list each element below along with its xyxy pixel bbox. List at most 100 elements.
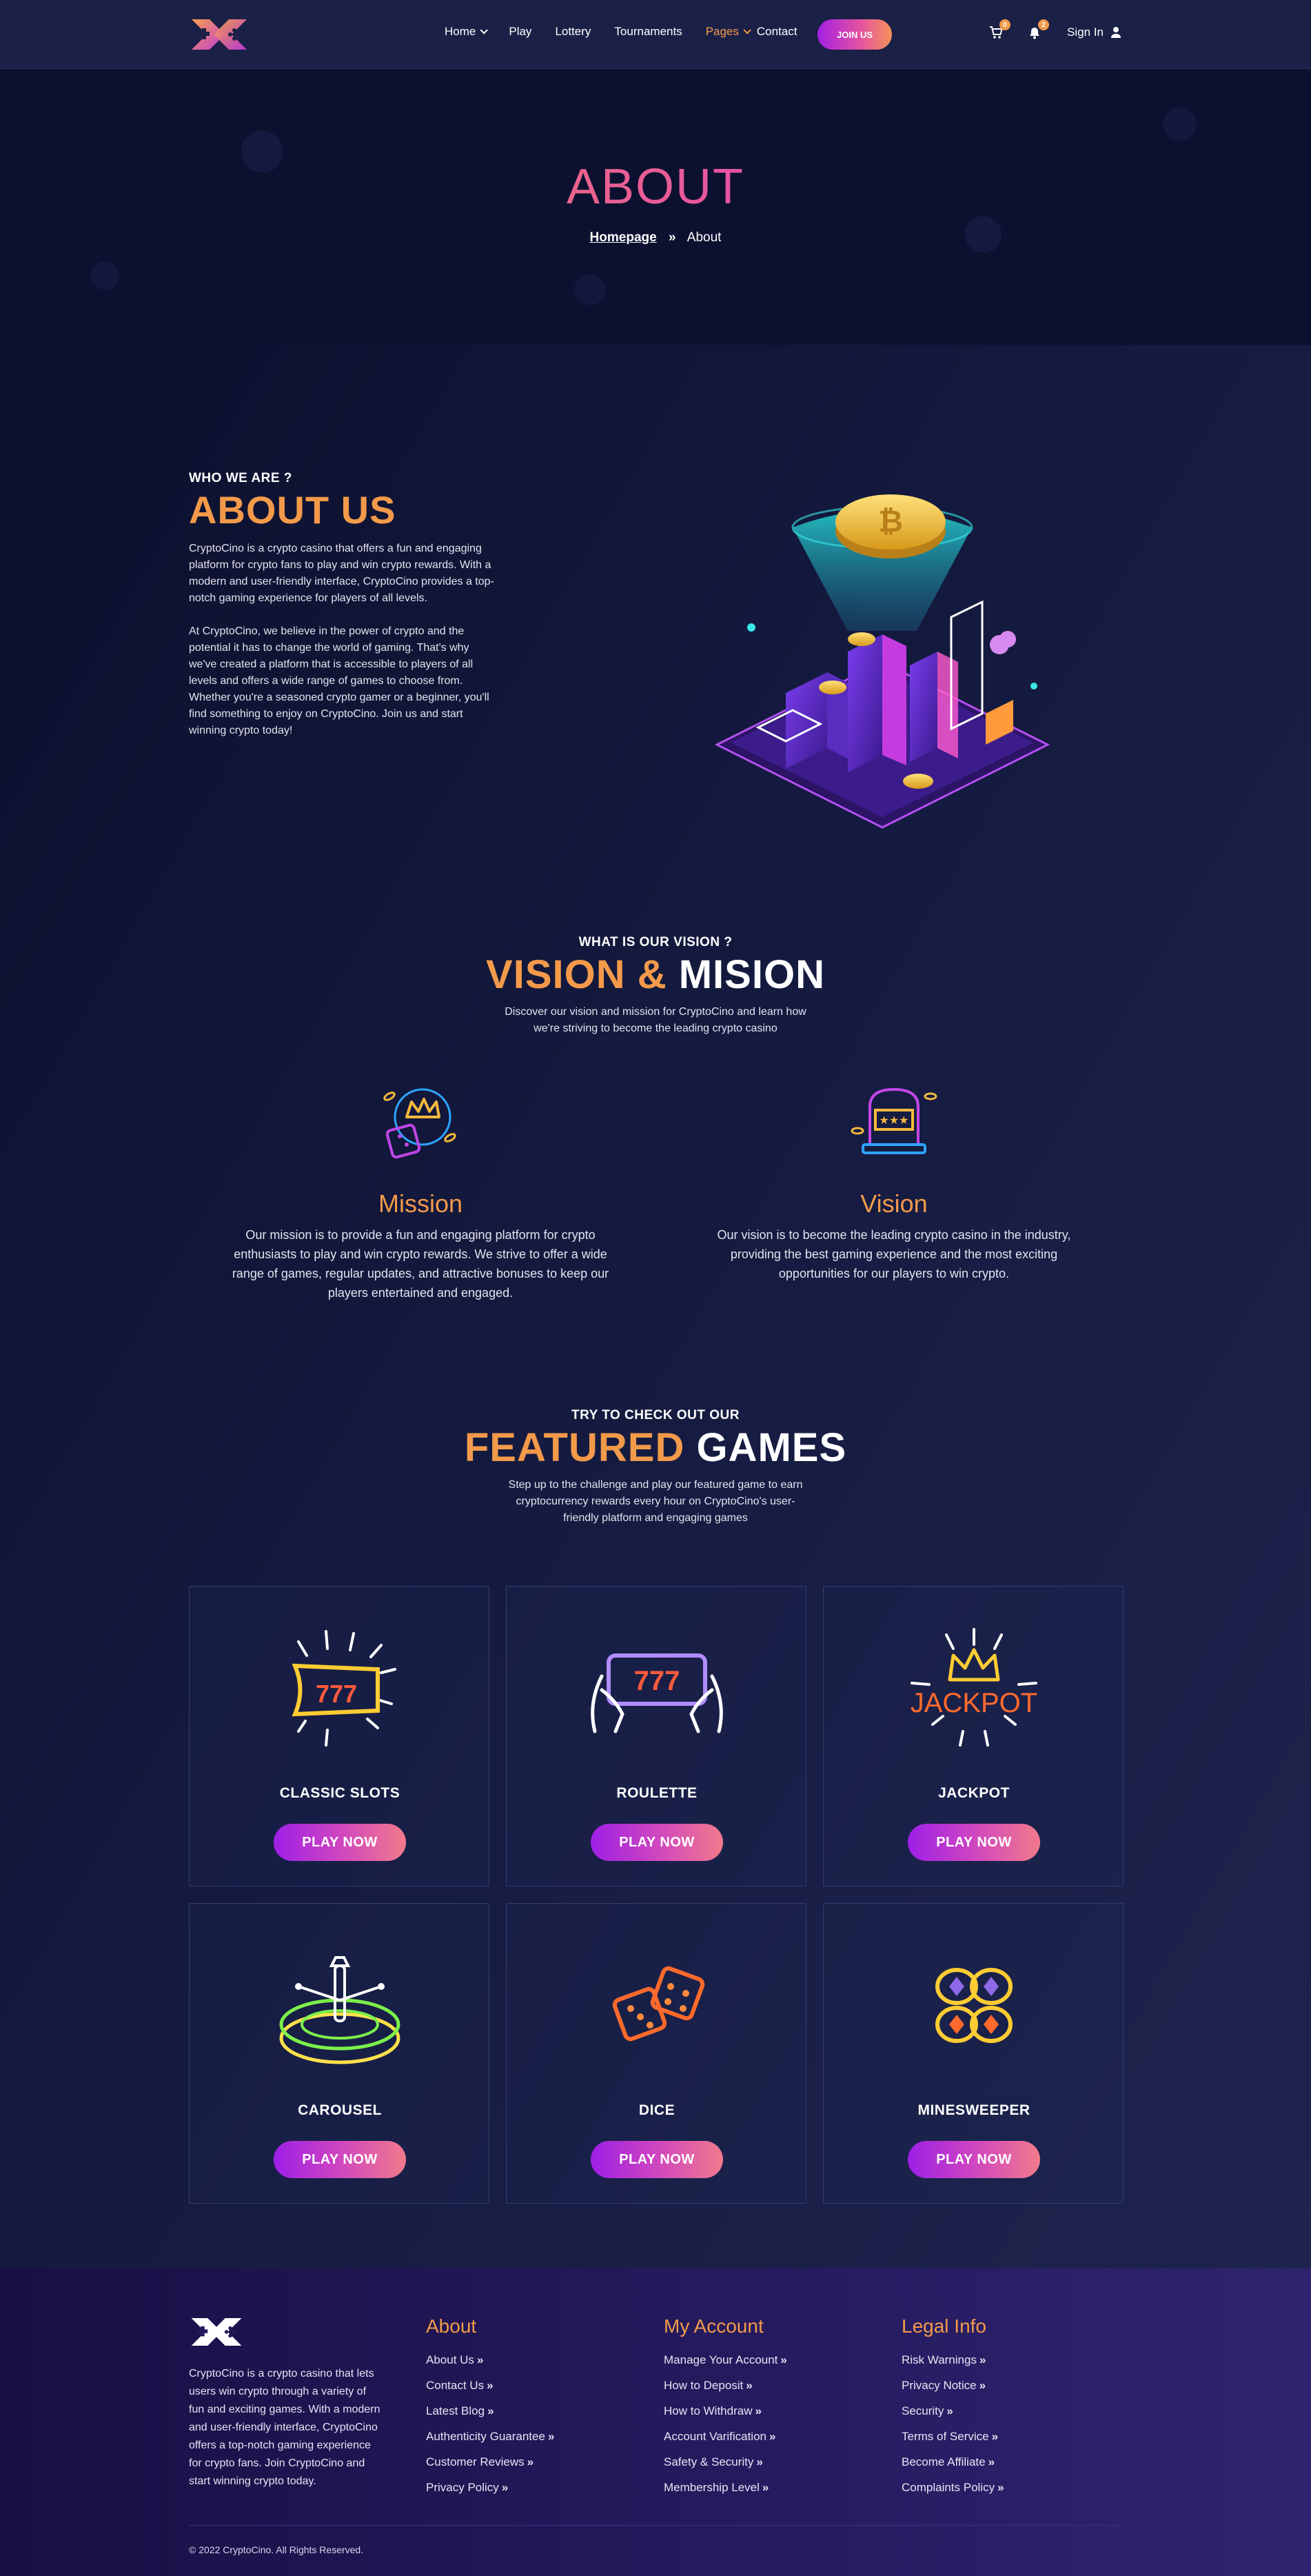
cart-button[interactable]: 0 [988, 19, 1010, 40]
footer-link[interactable]: Contact Us» [426, 2373, 554, 2398]
nav-tournaments[interactable]: Tournaments [614, 25, 682, 39]
svg-text:★★★: ★★★ [879, 1115, 908, 1127]
footer-link[interactable]: How to Deposit» [664, 2373, 787, 2398]
footer-link[interactable]: How to Withdraw» [664, 2398, 787, 2424]
vision-text: Our vision is to become the leading cryp… [717, 1228, 1071, 1280]
footer-link[interactable]: Become Affiliate» [902, 2449, 1004, 2475]
footer-column-title: My Account [664, 2315, 764, 2337]
footer-link[interactable]: Risk Warnings» [902, 2347, 1004, 2373]
play-now-button[interactable]: PLAY NOW [591, 1824, 723, 1861]
notifications-button[interactable]: 2 [1027, 19, 1049, 40]
copyright: © 2022 CryptoCino. All Rights Reserved. [189, 2544, 364, 2555]
game-name: JACKPOT [938, 1785, 1010, 1801]
footer-link[interactable]: Authenticity Guarantee» [426, 2424, 554, 2449]
footer-column-my-account: My Account Manage Your Account» How to D… [664, 2315, 787, 2500]
footer-link[interactable]: Privacy Policy» [426, 2475, 554, 2500]
footer-link[interactable]: Security» [902, 2398, 1004, 2424]
svg-text:₿: ₿ [878, 505, 903, 539]
game-name: CAROUSEL [298, 2102, 382, 2118]
footer-logo[interactable] [189, 2315, 244, 2348]
game-card-roulette[interactable]: 777 ROULETTE PLAY NOW [506, 1586, 806, 1886]
footer-link[interactable]: Membership Level» [664, 2475, 787, 2500]
double-chevron-icon: » [668, 230, 676, 245]
nav-pages[interactable]: Pages [706, 25, 751, 39]
jackpot-crown-icon: JACKPOT [911, 1628, 1037, 1747]
nav-lottery[interactable]: Lottery [555, 25, 591, 39]
footer-link[interactable]: Customer Reviews» [426, 2449, 554, 2475]
svg-text:777: 777 [634, 1666, 680, 1696]
play-now-button[interactable]: PLAY NOW [591, 2141, 723, 2178]
vision-card-title: Vision [860, 1189, 928, 1218]
play-now-button[interactable]: PLAY NOW [908, 1824, 1040, 1861]
nav-contact[interactable]: Contact [757, 25, 797, 39]
roulette-wheel-icon [279, 1956, 400, 2064]
footer-link[interactable]: About Us» [426, 2347, 554, 2373]
crypto-city-illustration: ₿ [714, 494, 1050, 829]
svg-text:JACKPOT: JACKPOT [911, 1688, 1037, 1718]
game-name: MINESWEEPER [917, 2102, 1030, 2118]
footer-link[interactable]: Account Varification» [664, 2424, 787, 2449]
site-footer: CryptoCino is a crypto casino that lets … [0, 2268, 1311, 2576]
vision-card: ★★★ Vision Our vision is to become the l… [698, 1069, 1090, 1283]
about-section: WHO WE ARE ? ABOUT US CryptoCino is a cr… [189, 471, 499, 739]
footer-link[interactable]: Terms of Service» [902, 2424, 1004, 2449]
vision-eyebrow: WHAT IS OUR VISION ? [578, 935, 733, 949]
mission-text: Our mission is to provide a fun and enga… [232, 1228, 609, 1300]
footer-link[interactable]: Privacy Notice» [902, 2373, 1004, 2398]
vision-section: WHAT IS OUR VISION ? VISION & MISION Dis… [0, 935, 1311, 1037]
play-now-button[interactable]: PLAY NOW [274, 2141, 406, 2178]
game-card-jackpot[interactable]: JACKPOT JACKPOT PLAY NOW [823, 1586, 1124, 1886]
user-icon [1110, 27, 1121, 38]
game-name: DICE [638, 2102, 675, 2118]
game-card-dice[interactable]: DICE PLAY NOW [506, 1903, 806, 2204]
game-card-carousel[interactable]: CAROUSEL PLAY NOW [189, 1903, 489, 2204]
cart-count-badge: 0 [999, 19, 1010, 30]
footer-column-title: About [426, 2315, 477, 2337]
phone-slots-icon: 777 [591, 1653, 723, 1733]
page-title: ABOUT [0, 159, 1311, 215]
game-name: ROULETTE [616, 1785, 698, 1801]
breadcrumb: Homepage » About [0, 230, 1311, 245]
footer-column-title: Legal Info [902, 2315, 986, 2337]
about-eyebrow: WHO WE ARE ? [189, 471, 292, 485]
breadcrumb-current: About [687, 230, 722, 245]
site-header: Home Play Lottery Tournaments Pages Cont… [0, 0, 1311, 69]
games-section-header: TRY TO CHECK OUT OUR FEATURED GAMES Step… [0, 1408, 1311, 1527]
games-subtitle: Step up to the challenge and play our fe… [508, 1478, 803, 1524]
vision-subtitle: Discover our vision and mission for Cryp… [505, 1005, 806, 1034]
footer-link[interactable]: Complaints Policy» [902, 2475, 1004, 2500]
game-name: CLASSIC SLOTS [279, 1785, 400, 1801]
mission-card: Mission Our mission is to provide a fun … [227, 1069, 613, 1302]
footer-about-text: CryptoCino is a crypto casino that lets … [189, 2368, 380, 2487]
chevron-down-icon [480, 26, 489, 34]
footer-column-about: About About Us» Contact Us» Latest Blog»… [426, 2315, 554, 2500]
nav-home[interactable]: Home [445, 25, 489, 39]
footer-link[interactable]: Manage Your Account» [664, 2347, 787, 2373]
about-title: ABOUT US [189, 488, 396, 532]
sign-in-link[interactable]: Sign In [1067, 26, 1121, 39]
play-now-button[interactable]: PLAY NOW [274, 1824, 406, 1861]
game-card-minesweeper[interactable]: MINESWEEPER PLAY NOW [823, 1903, 1124, 2204]
svg-text:777: 777 [316, 1680, 357, 1708]
about-paragraph: CryptoCino is a crypto casino that offer… [189, 542, 494, 604]
games-title: FEATURED GAMES [464, 1425, 847, 1470]
footer-link[interactable]: Latest Blog» [426, 2398, 554, 2424]
footer-divider [189, 2525, 1122, 2526]
chevron-down-icon [743, 26, 751, 34]
logo[interactable] [189, 17, 250, 52]
slot-machine-icon: 777 [292, 1630, 396, 1747]
nav-play[interactable]: Play [509, 25, 531, 39]
vision-icon: ★★★ [851, 1087, 937, 1154]
join-us-button[interactable]: JOIN US [817, 19, 892, 50]
footer-link[interactable]: Safety & Security» [664, 2449, 787, 2475]
mission-title: Mission [378, 1189, 463, 1218]
game-card-classic-slots[interactable]: 777 CLASSIC SLOTS PLAY NOW [189, 1586, 489, 1886]
breadcrumb-home-link[interactable]: Homepage [590, 230, 657, 245]
vision-title: VISION & MISION [486, 952, 825, 997]
notifications-count-badge: 2 [1038, 19, 1049, 30]
mission-icon [383, 1088, 456, 1159]
page-banner: ABOUT Homepage » About [0, 69, 1311, 345]
play-now-button[interactable]: PLAY NOW [908, 2141, 1040, 2178]
gems-icon [935, 1968, 1013, 2043]
dice-icon [612, 1966, 705, 2042]
